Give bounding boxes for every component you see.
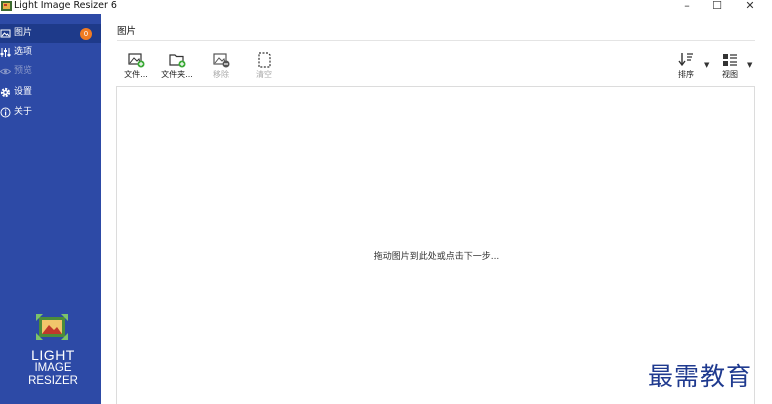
window-title: Light Image Resizer 6 bbox=[14, 0, 117, 11]
info-icon bbox=[0, 107, 11, 118]
view-chevron-down-icon[interactable]: ▼ bbox=[747, 61, 752, 69]
image-count-badge: 0 bbox=[80, 28, 92, 40]
sidebar-item-about[interactable]: 关于 bbox=[0, 103, 101, 122]
sort-chevron-down-icon[interactable]: ▼ bbox=[704, 61, 709, 69]
add-files-label: 文件... bbox=[124, 70, 148, 79]
remove-button[interactable]: 移除 bbox=[201, 51, 241, 83]
sidebar: 图片 0 选项 预览 设置 关于 LIGHT IMAGE RESIZER bbox=[0, 14, 101, 404]
view-grid-icon bbox=[723, 54, 737, 66]
close-button[interactable]: ✕ bbox=[740, 0, 760, 14]
sort-label: 排序 bbox=[678, 70, 694, 79]
sidebar-item-settings[interactable]: 设置 bbox=[0, 83, 101, 102]
app-logo-text: LIGHT IMAGE RESIZER bbox=[25, 347, 81, 388]
add-folder-label: 文件夹... bbox=[161, 70, 193, 79]
logo-line-resizer: RESIZER bbox=[28, 375, 78, 387]
app-logo-icon bbox=[36, 314, 68, 340]
sidebar-item-label: 图片 bbox=[14, 28, 33, 38]
add-folder-icon bbox=[169, 54, 186, 68]
add-files-button[interactable]: 文件... bbox=[116, 51, 156, 83]
logo-line-image: IMAGE bbox=[34, 362, 72, 374]
minimize-button[interactable]: – bbox=[677, 0, 697, 14]
sidebar-item-preview[interactable]: 预览 bbox=[0, 62, 101, 81]
image-icon bbox=[0, 29, 11, 38]
view-label: 视图 bbox=[722, 70, 738, 79]
sort-icon bbox=[678, 53, 693, 67]
clear-label: 清空 bbox=[256, 70, 272, 79]
sidebar-item-options[interactable]: 选项 bbox=[0, 43, 101, 62]
header-divider bbox=[117, 40, 755, 41]
remove-image-icon bbox=[213, 53, 230, 68]
logo-line-light: LIGHT bbox=[31, 347, 75, 363]
page-title: 图片 bbox=[117, 26, 137, 37]
app-logo-icon bbox=[1, 1, 12, 11]
title-bar: Light Image Resizer 6 – ☐ ✕ bbox=[0, 0, 772, 14]
sidebar-item-label: 选项 bbox=[14, 47, 33, 57]
gear-icon bbox=[0, 87, 11, 98]
sidebar-item-label: 关于 bbox=[14, 107, 33, 117]
eye-icon bbox=[0, 68, 11, 75]
clear-button[interactable]: 清空 bbox=[244, 51, 284, 83]
remove-label: 移除 bbox=[213, 70, 229, 79]
clear-icon bbox=[258, 52, 271, 68]
sliders-icon bbox=[0, 48, 11, 57]
sidebar-item-label: 预览 bbox=[14, 66, 33, 76]
add-image-icon bbox=[128, 53, 145, 68]
add-folder-button[interactable]: 文件夹... bbox=[157, 51, 197, 83]
sort-button[interactable]: 排序 bbox=[667, 51, 705, 83]
sidebar-item-images[interactable]: 图片 0 bbox=[0, 24, 101, 43]
view-button[interactable]: 视图 bbox=[711, 51, 749, 83]
maximize-button[interactable]: ☐ bbox=[707, 0, 727, 14]
sidebar-item-label: 设置 bbox=[14, 87, 33, 97]
watermark: 最需教育 bbox=[648, 362, 753, 391]
drop-hint-text: 拖动图片到此处或点击下一步... bbox=[373, 252, 500, 262]
